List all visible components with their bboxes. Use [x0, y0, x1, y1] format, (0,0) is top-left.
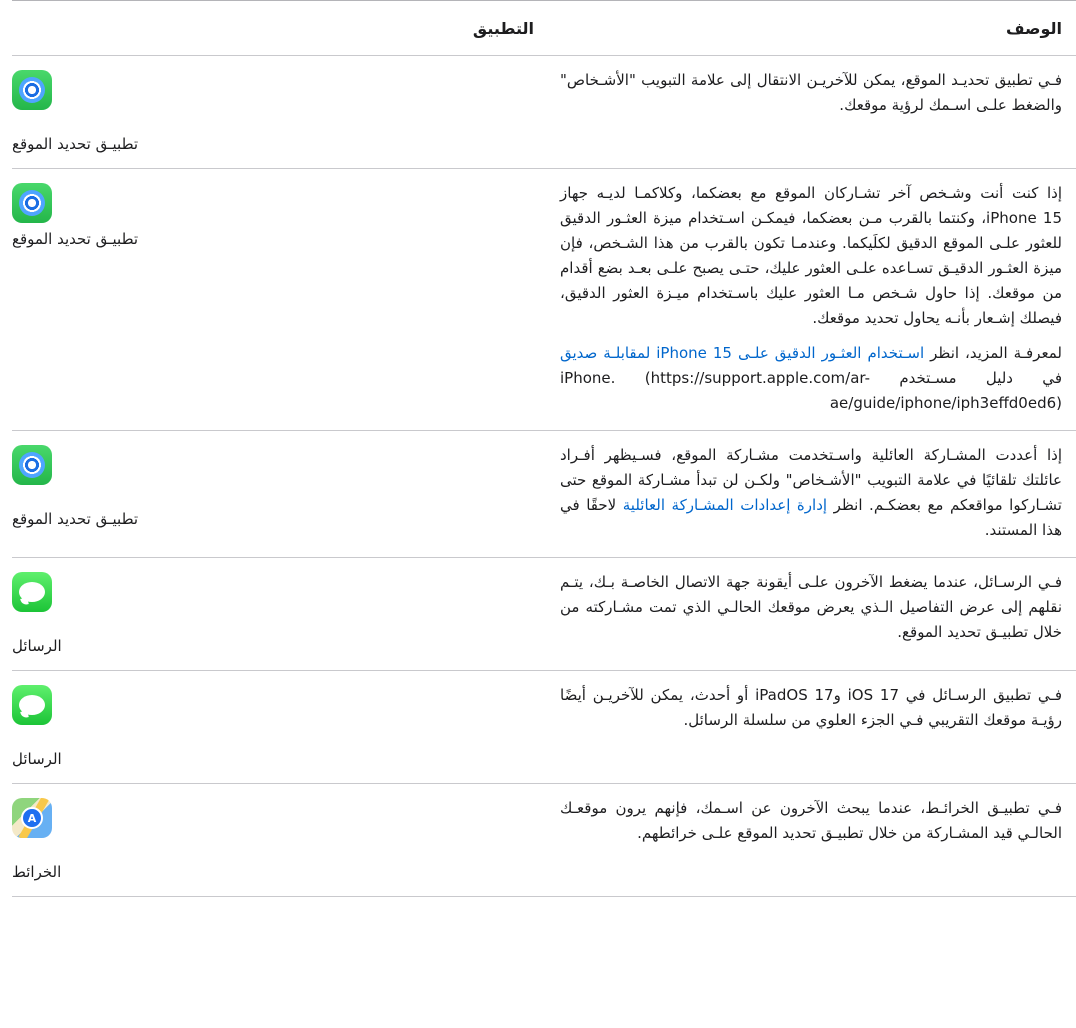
app-cell: الرسائل — [12, 683, 546, 769]
app-cell: تطبيـق تحديد الموقع — [12, 68, 546, 154]
precision-finding-link[interactable]: اسـتخدام العثـور الدقيق علـى iPhone 15 ل… — [560, 344, 924, 362]
description-cell: إذا أعددت المشـاركة العائلية واسـتخدمت م… — [546, 443, 1076, 543]
app-name: تطبيـق تحديد الموقع — [12, 230, 139, 248]
table-row: فـي تطبيق تحديـد الموقع، يمكن للآخريـن ا… — [12, 56, 1076, 169]
header-description: الوصف — [1005, 18, 1062, 38]
messages-icon — [12, 572, 52, 612]
table-row: فـي تطبيـق الخرائـط، عندما يبحث الآخرون … — [12, 784, 1076, 897]
find-my-icon — [12, 445, 52, 485]
table-header: الوصف التطبيق — [12, 1, 1076, 56]
description-text: إذا أعددت المشـاركة العائلية واسـتخدمت م… — [560, 443, 1062, 543]
learn-more-text: لمعرفـة المزيد، انظر اسـتخدام العثـور ال… — [560, 341, 1062, 416]
description-text: فـي الرسـائل، عندما يضغط الآخرون علـى أي… — [560, 573, 1062, 641]
messages-icon — [12, 685, 52, 725]
description-cell: إذا كنت أنت وشـخص آخر تشـاركان الموقع مع… — [546, 181, 1076, 416]
description-cell: فـي تطبيـق الخرائـط، عندما يبحث الآخرون … — [546, 796, 1076, 882]
description-text: فـي تطبيق تحديـد الموقع، يمكن للآخريـن ا… — [560, 71, 1062, 114]
description-cell: فـي تطبيق الرسـائل في iOS 17 وiPadOS 17 … — [546, 683, 1076, 769]
app-name: الرسائل — [12, 637, 62, 655]
learn-more-prefix: لمعرفـة المزيد، انظر — [930, 344, 1062, 362]
app-name: تطبيـق تحديد الموقع — [12, 135, 139, 153]
table-row: إذا أعددت المشـاركة العائلية واسـتخدمت م… — [12, 431, 1076, 558]
find-my-icon — [12, 183, 52, 223]
family-sharing-settings-link[interactable]: إدارة إعدادات المشـاركة العائلية — [623, 496, 827, 514]
app-name: الرسائل — [12, 750, 62, 768]
app-cell: الرسائل — [12, 570, 546, 656]
app-cell: تطبيـق تحديد الموقع — [12, 443, 546, 543]
app-cell: تطبيـق تحديد الموقع — [12, 181, 546, 416]
app-cell: A الخرائط — [12, 796, 546, 882]
table-row: إذا كنت أنت وشـخص آخر تشـاركان الموقع مع… — [12, 169, 1076, 431]
header-app: التطبيق — [472, 18, 534, 38]
description-text: إذا كنت أنت وشـخص آخر تشـاركان الموقع مع… — [560, 184, 1062, 327]
description-cell: فـي تطبيق تحديـد الموقع، يمكن للآخريـن ا… — [546, 68, 1076, 154]
app-name: الخرائط — [12, 863, 62, 881]
app-description-table: الوصف التطبيق فـي تطبيق تحديـد الموقع، ي… — [12, 0, 1076, 897]
description-text: فـي تطبيق الرسـائل في iOS 17 وiPadOS 17 … — [560, 686, 1062, 729]
table-row: فـي تطبيق الرسـائل في iOS 17 وiPadOS 17 … — [12, 671, 1076, 784]
find-my-icon — [12, 70, 52, 110]
app-name: تطبيـق تحديد الموقع — [12, 510, 139, 528]
description-text: فـي تطبيـق الخرائـط، عندما يبحث الآخرون … — [560, 799, 1062, 842]
table-row: فـي الرسـائل، عندما يضغط الآخرون علـى أي… — [12, 558, 1076, 671]
description-cell: فـي الرسـائل، عندما يضغط الآخرون علـى أي… — [546, 570, 1076, 656]
maps-icon: A — [12, 798, 52, 838]
